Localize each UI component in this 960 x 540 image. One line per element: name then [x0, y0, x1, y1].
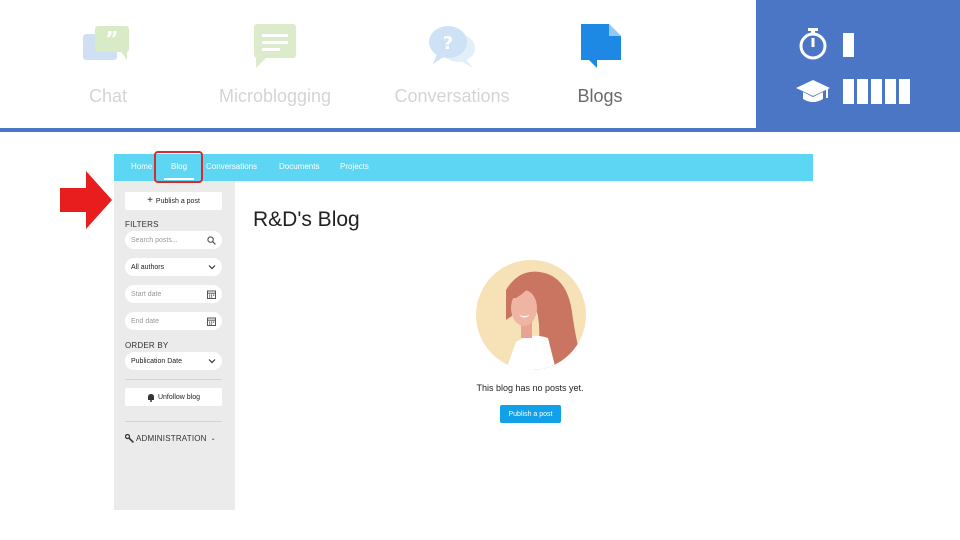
difficulty-bar-2: [857, 79, 868, 104]
difficulty-bar-4: [885, 79, 896, 104]
bell-icon: [147, 393, 154, 402]
tab-chat-label: Chat: [88, 86, 128, 106]
info-panel: [756, 0, 960, 130]
publish-post-main-button[interactable]: Publish a post: [500, 405, 561, 423]
calendar-icon: [207, 290, 216, 299]
graduation-cap-icon: [796, 80, 830, 102]
authors-select[interactable]: All authors: [125, 258, 222, 276]
unfollow-blog-button[interactable]: Unfollow blog: [125, 388, 222, 406]
end-date-input[interactable]: End date: [125, 312, 222, 330]
unfollow-blog-label: Unfollow blog: [157, 393, 201, 401]
publish-post-label: Publish a post: [155, 197, 200, 205]
microblog-icon: [254, 24, 296, 68]
pointer-arrow-icon: [60, 171, 112, 229]
svg-text:”: ”: [105, 27, 118, 51]
search-posts-placeholder: Search posts...: [131, 236, 178, 244]
start-date-input[interactable]: Start date: [125, 285, 222, 303]
chevron-down-icon: [208, 265, 216, 270]
tab-blogs[interactable]: Blogs: [510, 0, 690, 128]
empty-blog-illustration: [476, 260, 586, 370]
start-date-placeholder: Start date: [131, 290, 162, 298]
wrench-icon: [125, 434, 134, 443]
page-title: R&D's Blog: [253, 208, 360, 231]
caret-down-icon: ⌄: [210, 436, 216, 442]
nav-projects[interactable]: Projects: [340, 162, 369, 171]
duration-bar-1: [843, 33, 854, 57]
blog-sidebar: + Publish a post FILTERS Search posts...…: [114, 181, 235, 510]
nav-home[interactable]: Home: [131, 162, 152, 171]
app-navbar: Home Blog Conversations Documents Projec…: [114, 154, 813, 181]
stopwatch-icon: [799, 28, 827, 60]
sidebar-divider: [125, 379, 222, 380]
order-by-select-value: Publication Date: [131, 357, 182, 365]
feature-tabs: ” Chat Microblogging ? Conversations Blo…: [0, 0, 756, 128]
order-by-select[interactable]: Publication Date: [125, 352, 222, 370]
difficulty-bar-3: [871, 79, 882, 104]
administration-label: ADMINISTRATION: [136, 434, 207, 443]
conversation-question-icon: ?: [429, 26, 475, 68]
nav-conversations[interactable]: Conversations: [206, 162, 257, 171]
search-posts-input[interactable]: Search posts...: [125, 231, 222, 249]
blog-icon: [581, 24, 621, 68]
calendar-icon: [207, 317, 216, 326]
chevron-down-icon: [208, 359, 216, 364]
end-date-placeholder: End date: [131, 317, 160, 325]
svg-text:?: ?: [443, 33, 453, 54]
empty-state-message: This blog has no posts yet.: [476, 383, 584, 393]
blog-app-screenshot: Home Blog Conversations Documents Projec…: [114, 154, 814, 510]
difficulty-bar-1: [843, 79, 854, 104]
administration-section[interactable]: ADMINISTRATION ⌄: [125, 434, 216, 443]
tab-chat[interactable]: ” Chat: [18, 0, 198, 128]
order-by-heading: ORDER BY: [125, 341, 169, 350]
tab-microblogging[interactable]: Microblogging: [185, 0, 365, 128]
nav-documents[interactable]: Documents: [279, 162, 319, 171]
search-icon: [207, 235, 216, 245]
tab-microblogging-label: Microblogging: [218, 86, 332, 106]
publish-post-button[interactable]: + Publish a post: [125, 192, 222, 210]
chat-quote-icon: ”: [83, 26, 129, 60]
difficulty-bar-5: [899, 79, 910, 104]
plus-icon: +: [147, 195, 153, 206]
sidebar-divider: [125, 421, 222, 422]
filters-heading: FILTERS: [125, 220, 159, 229]
authors-select-value: All authors: [131, 263, 165, 271]
highlight-blog-tab: [154, 151, 203, 183]
tab-blogs-label: Blogs: [577, 86, 623, 106]
